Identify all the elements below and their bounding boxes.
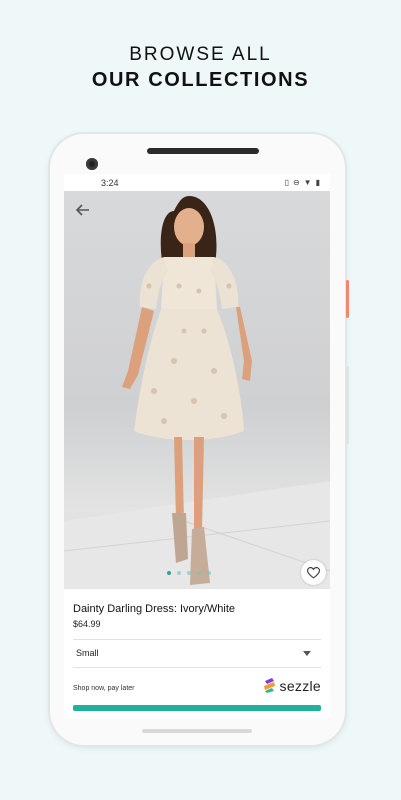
volume-button [346, 366, 349, 444]
divider [73, 667, 321, 668]
wifi-icon: ▼ [303, 178, 312, 187]
carousel-dot[interactable] [167, 571, 171, 575]
battery-icon: ▮ [315, 178, 320, 187]
sezzle-logo[interactable]: sezzle [262, 677, 321, 694]
size-select-value: Small [76, 648, 99, 658]
product-image[interactable] [64, 191, 330, 589]
size-select[interactable]: Small [73, 640, 321, 666]
do-not-disturb-icon: ⊖ [292, 178, 300, 187]
carousel-dot[interactable] [187, 571, 191, 575]
heart-icon [307, 566, 320, 579]
product-title: Dainty Darling Dress: Ivory/White [73, 603, 235, 615]
power-button [346, 280, 349, 318]
carousel-dot[interactable] [207, 571, 211, 575]
status-bar: 3:24 ▯ ⊖ ▼ ▮ [64, 174, 330, 190]
phone-bottom-bar [142, 729, 252, 733]
dress-model-illustration [64, 196, 330, 589]
sezzle-mark-icon [263, 678, 275, 693]
carousel-dot[interactable] [197, 571, 201, 575]
phone-frame: 3:24 ▯ ⊖ ▼ ▮ Dainty Darling Dress: Ivory… [50, 134, 349, 745]
earpiece-speaker [147, 148, 259, 154]
front-camera [86, 158, 98, 170]
promo-line-2: OUR COLLECTIONS [91, 69, 310, 91]
vibrate-icon: ▯ [284, 178, 289, 187]
carousel-dot[interactable] [177, 571, 181, 575]
add-to-cart-button[interactable] [73, 705, 321, 711]
promo-line-1: BROWSE ALL [129, 44, 272, 65]
sezzle-wordmark: sezzle [279, 677, 321, 694]
status-time: 3:24 [101, 178, 119, 188]
image-carousel-dots[interactable] [167, 571, 211, 575]
pay-later-text: Shop now, pay later [73, 685, 135, 692]
product-price: $64.99 [73, 619, 101, 629]
chevron-down-icon [303, 651, 311, 656]
favorite-button[interactable] [301, 560, 326, 585]
app-screen: 3:24 ▯ ⊖ ▼ ▮ Dainty Darling Dress: Ivory… [64, 174, 330, 718]
back-arrow-icon[interactable] [74, 201, 92, 219]
